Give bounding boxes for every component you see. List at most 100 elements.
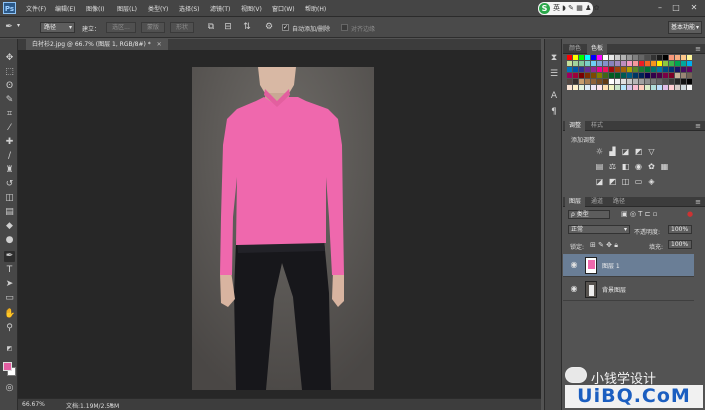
document-canvas[interactable] (192, 67, 374, 390)
paragraph-panel-icon[interactable]: ¶ (548, 107, 560, 118)
swatch[interactable] (639, 79, 644, 84)
swatch[interactable] (621, 79, 626, 84)
posterize-icon[interactable]: ◩ (608, 177, 617, 186)
swatch[interactable] (675, 79, 680, 84)
lock-options-icons[interactable]: ⊞ ✎ ✥ 🔒︎ (590, 241, 618, 250)
swatch[interactable] (639, 67, 644, 72)
pen-tool-preset-icon[interactable]: ✒ (3, 22, 15, 33)
swatch[interactable] (675, 73, 680, 78)
swatch[interactable] (603, 73, 608, 78)
swatch[interactable] (687, 55, 692, 60)
tab-adjustments[interactable]: 调整 (565, 121, 586, 131)
invert-icon[interactable]: ◪ (595, 177, 604, 186)
zoom-tool-icon[interactable]: ⚲ (4, 323, 15, 334)
swatch[interactable] (591, 73, 596, 78)
swatch[interactable] (645, 79, 650, 84)
threshold-icon[interactable]: ◫ (621, 177, 630, 186)
swatch[interactable] (681, 61, 686, 66)
swatch[interactable] (585, 67, 590, 72)
foreground-color-swatch[interactable] (3, 362, 12, 371)
pen-tool-icon[interactable]: ✒ (4, 251, 15, 262)
tool-mode-select[interactable]: 路径 ▾ (40, 22, 75, 33)
align-edges-checkbox[interactable] (341, 24, 348, 31)
swatch[interactable] (663, 55, 668, 60)
make-shape-button[interactable]: 形状 (170, 22, 194, 33)
swatch[interactable] (615, 67, 620, 72)
swatch[interactable] (669, 61, 674, 66)
swatch[interactable] (627, 67, 632, 72)
swatch[interactable] (585, 85, 590, 90)
swatch[interactable] (579, 61, 584, 66)
swatch[interactable] (669, 79, 674, 84)
swatch[interactable] (639, 85, 644, 90)
swatch[interactable] (633, 85, 638, 90)
menu-view[interactable]: 视图(V) (241, 4, 262, 13)
swatch[interactable] (615, 61, 620, 66)
swatch[interactable] (597, 67, 602, 72)
swatch[interactable] (639, 73, 644, 78)
swatch[interactable] (567, 55, 572, 60)
swatch[interactable] (651, 85, 656, 90)
swatch[interactable] (645, 55, 650, 60)
clone-stamp-tool-icon[interactable]: ♜ (4, 165, 15, 176)
blur-tool-icon[interactable]: ◆ (4, 221, 15, 232)
swatch[interactable] (591, 67, 596, 72)
swatch[interactable] (567, 67, 572, 72)
exposure-icon[interactable]: ◩ (634, 147, 643, 156)
swatch[interactable] (663, 67, 668, 72)
swatch[interactable] (597, 61, 602, 66)
tab-layers[interactable]: 图层 (565, 197, 586, 207)
swatch[interactable] (651, 55, 656, 60)
swatch[interactable] (675, 55, 680, 60)
swatch[interactable] (585, 61, 590, 66)
swatch[interactable] (567, 85, 572, 90)
swatch[interactable] (585, 73, 590, 78)
swatch[interactable] (645, 61, 650, 66)
swatch[interactable] (633, 55, 638, 60)
swatch[interactable] (627, 79, 632, 84)
auto-add-delete-checkbox[interactable]: ✓ (282, 24, 289, 31)
swatch[interactable] (603, 67, 608, 72)
swatch[interactable] (681, 67, 686, 72)
swatch[interactable] (645, 73, 650, 78)
swatch[interactable] (669, 73, 674, 78)
swatch[interactable] (609, 55, 614, 60)
swatch[interactable] (663, 85, 668, 90)
swatch[interactable] (573, 67, 578, 72)
swatch[interactable] (657, 79, 662, 84)
swatch[interactable] (657, 61, 662, 66)
swatch[interactable] (597, 55, 602, 60)
swatch[interactable] (591, 61, 596, 66)
layer-row[interactable]: ◉ 图层 1 (563, 254, 694, 277)
swatch[interactable] (567, 79, 572, 84)
black-white-icon[interactable]: ◧ (621, 162, 630, 171)
swatch[interactable] (573, 73, 578, 78)
swatch[interactable] (573, 55, 578, 60)
swatch[interactable] (627, 55, 632, 60)
filter-toggle-icon[interactable]: ● (687, 210, 693, 218)
menu-layer[interactable]: 图层(L) (117, 4, 137, 13)
layer-filter-icons[interactable]: ▣ ◎ T ⊏ ▫ (621, 210, 658, 218)
swatch[interactable] (633, 73, 638, 78)
tab-paths[interactable]: 路径 (609, 197, 629, 207)
tab-color[interactable]: 颜色 (565, 44, 585, 54)
color-lookup-icon[interactable]: ▦ (660, 162, 669, 171)
swatch[interactable] (597, 73, 602, 78)
swatch[interactable] (627, 85, 632, 90)
document-tab[interactable]: 白衬衫2.jpg @ 66.7% (图层 1, RGB/8#) * ✕ (26, 39, 168, 50)
tab-styles[interactable]: 样式 (587, 121, 607, 131)
swatch[interactable] (603, 55, 608, 60)
swatch[interactable] (657, 73, 662, 78)
swatch[interactable] (621, 61, 626, 66)
swatch[interactable] (573, 85, 578, 90)
gear-icon[interactable]: ⚙ (263, 22, 275, 33)
swatch[interactable] (615, 73, 620, 78)
menu-filter[interactable]: 滤镜(T) (210, 4, 230, 13)
swatch[interactable] (621, 85, 626, 90)
swatch[interactable] (663, 79, 668, 84)
swatch[interactable] (633, 67, 638, 72)
swatch[interactable] (669, 67, 674, 72)
panel-menu-icon[interactable]: ≡ (695, 197, 701, 207)
swatch[interactable] (633, 61, 638, 66)
swatch[interactable] (621, 67, 626, 72)
